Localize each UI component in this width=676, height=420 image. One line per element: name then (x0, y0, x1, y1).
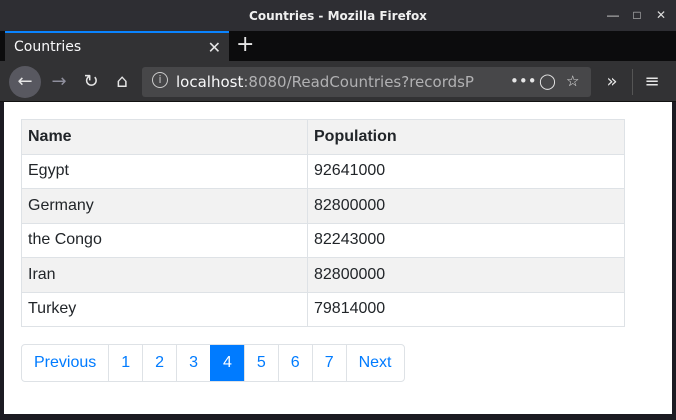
page-link-2[interactable]: 2 (142, 345, 176, 381)
table-row: Germany 82800000 (21, 188, 625, 224)
column-header-population: Population (307, 119, 625, 155)
page-link-6[interactable]: 6 (277, 345, 312, 381)
page-content: Name Population Egypt 92641000 Germany 8… (4, 102, 672, 414)
table-row: Iran 82800000 (21, 257, 625, 293)
pagination: Previous 1 2 3 4 5 6 7 Next (21, 344, 405, 382)
page-actions-icon[interactable]: ••• (510, 72, 537, 90)
page-link-7[interactable]: 7 (311, 345, 346, 381)
country-population: 79814000 (307, 291, 625, 327)
country-name: the Congo (21, 222, 308, 258)
tab-label: Countries (14, 39, 82, 55)
pocket-icon[interactable]: ◯ (539, 72, 556, 90)
browser-window: Countries - Mozilla Firefox — □ ✕ Countr… (0, 0, 676, 420)
url-bar[interactable]: i localhost:8080/ReadCountries?recordsPe… (142, 67, 591, 97)
table-row: Turkey 79814000 (21, 291, 625, 327)
close-window-icon[interactable]: ✕ (654, 8, 668, 22)
country-name: Iran (21, 257, 308, 293)
reload-icon[interactable]: ↻ (76, 67, 106, 97)
countries-table: Name Population Egypt 92641000 Germany 8… (21, 119, 625, 327)
new-tab-icon[interactable]: + (236, 32, 254, 57)
page-link-5[interactable]: 5 (243, 345, 278, 381)
forward-icon[interactable]: → (44, 67, 74, 97)
tab-strip: Countries ✕ + (0, 31, 676, 61)
page-link-3[interactable]: 3 (176, 345, 210, 381)
table-row: Egypt 92641000 (21, 153, 625, 189)
title-bar: Countries - Mozilla Firefox — □ ✕ (0, 0, 676, 31)
table-row: the Congo 82243000 (21, 222, 625, 258)
hamburger-menu-icon[interactable]: ≡ (637, 67, 667, 97)
back-icon[interactable]: ← (9, 66, 41, 98)
home-icon[interactable]: ⌂ (107, 67, 137, 97)
toolbar-separator (632, 69, 633, 95)
window-title: Countries - Mozilla Firefox (249, 9, 427, 23)
close-tab-icon[interactable]: ✕ (208, 38, 221, 58)
country-population: 82243000 (307, 222, 625, 258)
bookmark-star-icon[interactable]: ☆ (566, 72, 579, 90)
country-name: Germany (21, 188, 308, 224)
navigation-toolbar: ← → ↻ ⌂ i localhost:8080/ReadCountries?r… (0, 61, 676, 102)
table-header-row: Name Population (21, 119, 625, 155)
minimize-icon[interactable]: — (606, 8, 620, 22)
country-name: Turkey (21, 291, 308, 327)
url-path: :8080/ReadCountries?recordsPerPa (243, 73, 474, 91)
url-host: localhost (176, 73, 244, 91)
page-link-1[interactable]: 1 (108, 345, 142, 381)
site-info-icon[interactable]: i (152, 72, 168, 88)
page-link-4-active[interactable]: 4 (209, 345, 244, 381)
url-input[interactable]: localhost:8080/ReadCountries?recordsPerP… (176, 73, 474, 91)
tab-countries[interactable]: Countries ✕ (5, 31, 229, 61)
country-population: 82800000 (307, 257, 625, 293)
country-name: Egypt (21, 153, 308, 189)
next-page-link[interactable]: Next (345, 345, 404, 381)
maximize-icon[interactable]: □ (630, 8, 644, 22)
overflow-menu-icon[interactable]: » (597, 67, 627, 97)
column-header-name: Name (21, 119, 308, 155)
previous-page-link[interactable]: Previous (22, 345, 108, 381)
country-population: 82800000 (307, 188, 625, 224)
country-population: 92641000 (307, 153, 625, 189)
